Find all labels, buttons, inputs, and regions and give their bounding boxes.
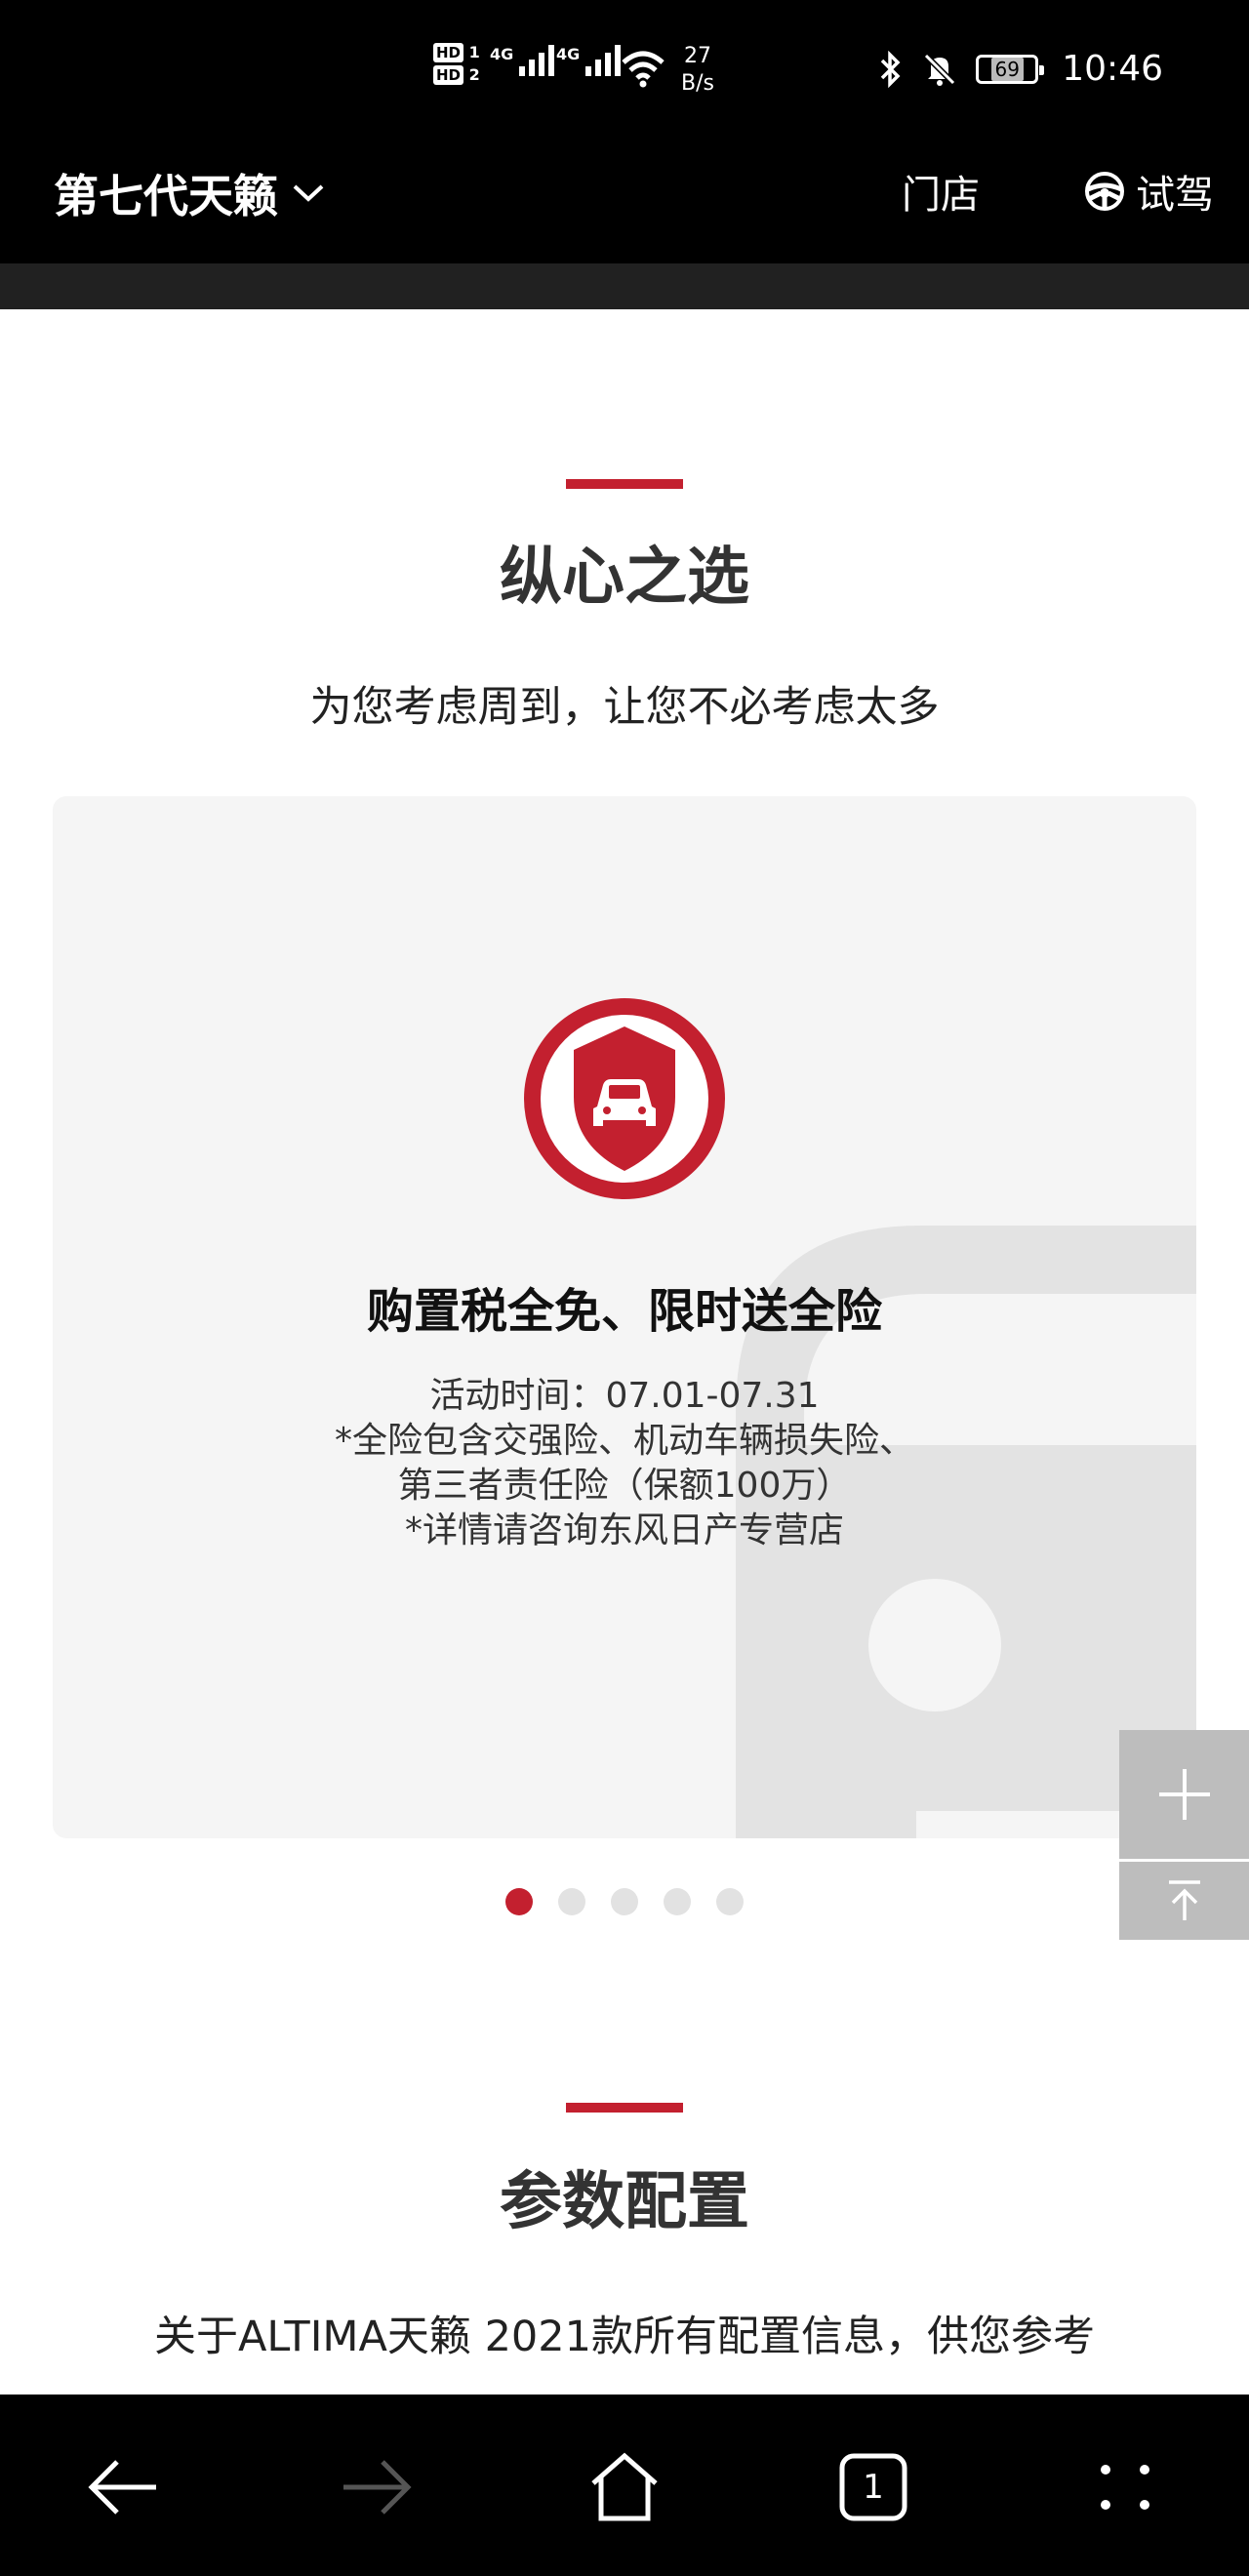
section-subtitle: 为您考虑周到，让您不必考虑太多 [309, 683, 940, 732]
carousel-pagination [505, 1888, 744, 1915]
promo-line: *全险包含交强险、机动车辆损失险、 [334, 1421, 914, 1461]
test-drive-label: 试驾 [1136, 173, 1214, 218]
chevron-down-icon [293, 184, 324, 202]
model-selector[interactable]: 第七代天籁 [54, 161, 325, 225]
network-type-2: 4G [556, 45, 581, 63]
forward-button[interactable] [322, 2434, 429, 2541]
status-bar: HD 1 HD 2 4G 4G 27 B/s 69 10:46 [0, 0, 1249, 141]
home-icon [591, 2452, 658, 2521]
signal-2-icon: 4G [556, 45, 622, 76]
steering-wheel-icon [1085, 172, 1124, 211]
wifi-icon [622, 51, 665, 88]
promo-line: 活动时间：07.01-07.31 [429, 1376, 820, 1416]
section-title: 参数配置 [500, 2166, 749, 2238]
browser-bottom-nav: 1 [0, 2395, 1249, 2576]
promo-card[interactable]: 购置税全免、限时送全险 活动时间：07.01-07.31 *全险包含交强险、机动… [53, 796, 1196, 1838]
back-to-top-button[interactable] [1119, 1862, 1249, 1940]
header-divider-strip [0, 263, 1249, 309]
promo-line: 第三者责任险（保额100万） [397, 1466, 852, 1506]
site-header: 第七代天籁 门店 试驾 [0, 141, 1249, 263]
section-subtitle: 关于ALTIMA天籁 2021款所有配置信息，供您参考 [153, 2313, 1095, 2361]
insurance-shield-car-icon [524, 998, 725, 1199]
carousel-dot[interactable] [716, 1888, 744, 1915]
test-drive-button[interactable]: 试驾 [1083, 163, 1214, 220]
tabs-button[interactable]: 1 [820, 2434, 927, 2541]
mute-bell-icon [924, 53, 956, 86]
promo-details: 活动时间：07.01-07.31 *全险包含交强险、机动车辆损失险、 第三者责任… [53, 1374, 1196, 1553]
promo-heading: 购置税全免、限时送全险 [366, 1284, 882, 1339]
sim2-index: 2 [468, 65, 480, 84]
arrow-left-icon [88, 2460, 156, 2515]
section-accent-bar [566, 2103, 683, 2113]
bluetooth-icon [881, 50, 901, 88]
sim1-index: 1 [468, 43, 480, 61]
network-speed: 27 B/s [681, 43, 714, 98]
floating-add-button[interactable] [1119, 1730, 1249, 1859]
battery-icon: 69 [976, 54, 1045, 84]
carousel-dot[interactable] [505, 1888, 533, 1915]
network-type-1: 4G [490, 45, 514, 63]
sim-indicator: HD 1 HD 2 [433, 43, 480, 88]
carousel-dot[interactable] [558, 1888, 585, 1915]
sim1-hd-label: HD [433, 43, 464, 62]
back-button[interactable] [70, 2434, 178, 2541]
tab-count: 1 [863, 2468, 884, 2507]
arrow-up-to-top-icon [1168, 1880, 1200, 1920]
more-menu-icon [1101, 2465, 1149, 2510]
section-title: 纵心之选 [500, 542, 749, 614]
network-speed-value: 27 [683, 44, 711, 68]
carousel-dot[interactable] [664, 1888, 691, 1915]
battery-level: 69 [990, 57, 1024, 81]
store-link[interactable]: 门店 [902, 163, 980, 220]
menu-button[interactable] [1071, 2434, 1179, 2541]
clock: 10:46 [1062, 49, 1163, 89]
plus-icon [1158, 1769, 1210, 1820]
promo-line: *详情请咨询东风日产专营店 [404, 1510, 844, 1550]
network-speed-unit: B/s [681, 71, 714, 96]
arrow-right-icon [343, 2460, 412, 2515]
model-title: 第七代天籁 [54, 170, 278, 222]
home-button[interactable] [571, 2434, 678, 2541]
carousel-dot[interactable] [611, 1888, 638, 1915]
section-accent-bar [566, 479, 683, 489]
sim2-hd-label: HD [433, 65, 464, 85]
status-right: 69 10:46 [878, 49, 1163, 89]
signal-1-icon: 4G [490, 45, 555, 76]
